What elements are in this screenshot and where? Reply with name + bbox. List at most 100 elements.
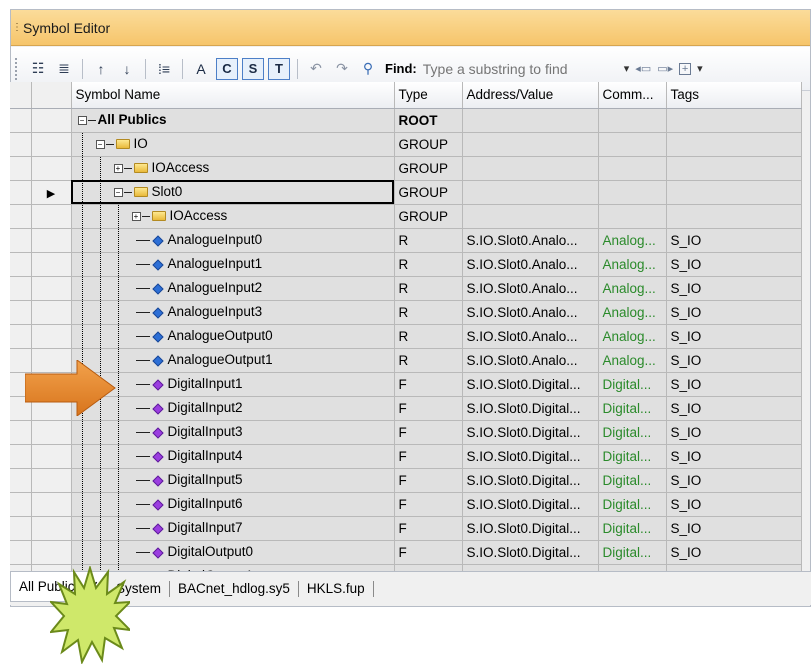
comment-cell[interactable]: Digital... bbox=[598, 468, 667, 493]
address-cell[interactable] bbox=[462, 156, 599, 181]
address-cell[interactable]: S.IO.Slot0.Digital... bbox=[462, 396, 599, 421]
type-cell[interactable]: F bbox=[394, 516, 463, 541]
redo-icon[interactable]: ↷ bbox=[331, 58, 353, 80]
row-selector[interactable] bbox=[31, 540, 72, 565]
comment-cell[interactable]: Digital... bbox=[598, 396, 667, 421]
type-cell[interactable]: F bbox=[394, 420, 463, 445]
type-cell[interactable]: F bbox=[394, 468, 463, 493]
table-row[interactable]: ▶ − Slot0 GROUP bbox=[10, 180, 802, 205]
symbol-name-cell[interactable]: DigitalInput1 bbox=[71, 372, 395, 397]
table-row[interactable]: + IOAccess GROUP bbox=[10, 204, 802, 229]
row-selector[interactable] bbox=[31, 324, 72, 349]
symbol-name-cell[interactable]: AnalogueInput0 bbox=[71, 228, 395, 253]
table-row[interactable]: AnalogueInput3 R S.IO.Slot0.Analo... Analog… bbox=[10, 300, 802, 325]
comment-cell[interactable] bbox=[598, 108, 667, 133]
collapse-icon[interactable]: − bbox=[77, 115, 87, 125]
comment-cell[interactable]: Analog... bbox=[598, 300, 667, 325]
comment-cell[interactable]: Analog... bbox=[598, 276, 667, 301]
address-cell[interactable] bbox=[462, 204, 599, 229]
tags-cell[interactable]: S_IO bbox=[666, 492, 802, 517]
type-cell[interactable]: F bbox=[394, 492, 463, 517]
tags-cell[interactable] bbox=[666, 180, 802, 205]
symbol-name-cell[interactable]: DigitalInput3 bbox=[71, 420, 395, 445]
tags-cell[interactable] bbox=[666, 156, 802, 181]
address-cell[interactable]: S.IO.Slot0.Digital... bbox=[462, 444, 599, 469]
table-row[interactable]: DigitalInput1 F S.IO.Slot0.Digital... Digit… bbox=[10, 372, 802, 397]
comment-cell[interactable]: Digital... bbox=[598, 444, 667, 469]
comment-cell[interactable] bbox=[598, 156, 667, 181]
type-cell[interactable]: R bbox=[394, 276, 463, 301]
comment-cell[interactable]: Digital... bbox=[598, 372, 667, 397]
row-selector[interactable]: ▶ bbox=[31, 180, 72, 205]
symbol-name-cell[interactable]: AnalogueOutput0 bbox=[71, 324, 395, 349]
tags-cell[interactable]: S_IO bbox=[666, 444, 802, 469]
undo-icon[interactable]: ↶ bbox=[305, 58, 327, 80]
row-selector[interactable] bbox=[31, 516, 72, 541]
table-row[interactable]: DigitalOutput0 F S.IO.Slot0.Digital... Digi… bbox=[10, 540, 802, 565]
comment-cell[interactable]: Digital... bbox=[598, 516, 667, 541]
type-cell[interactable]: F bbox=[394, 444, 463, 469]
toggle-s-button[interactable]: S bbox=[242, 57, 264, 80]
comment-cell[interactable]: Analog... bbox=[598, 228, 667, 253]
address-cell[interactable]: S.IO.Slot0.Digital... bbox=[462, 516, 599, 541]
symbol-name-cell[interactable]: − All Publics bbox=[71, 108, 395, 133]
tab-bacnet-hdlog[interactable]: BACnet_hdlog.sy5 bbox=[170, 574, 298, 604]
type-cell[interactable]: F bbox=[394, 372, 463, 397]
find-input[interactable] bbox=[422, 57, 621, 80]
type-cell[interactable]: F bbox=[394, 396, 463, 421]
table-row[interactable]: DigitalInput7 F S.IO.Slot0.Digital... Digit… bbox=[10, 516, 802, 541]
address-cell[interactable]: S.IO.Slot0.Analo... bbox=[462, 300, 599, 325]
toggle-c-button[interactable]: C bbox=[216, 57, 238, 80]
comment-cell[interactable]: Digital... bbox=[598, 540, 667, 565]
comment-cell[interactable]: Analog... bbox=[598, 252, 667, 277]
find-dropdown-icon[interactable]: ▾ bbox=[624, 62, 630, 75]
address-cell[interactable] bbox=[462, 108, 599, 133]
table-row[interactable]: DigitalInput2 F S.IO.Slot0.Digital... Digit… bbox=[10, 396, 802, 421]
address-cell[interactable]: S.IO.Slot0.Digital... bbox=[462, 492, 599, 517]
toolbar-grip-icon[interactable] bbox=[15, 57, 21, 80]
symbol-name-cell[interactable]: DigitalInput2 bbox=[71, 396, 395, 421]
table-row[interactable]: − All Publics ROOT bbox=[10, 108, 802, 133]
type-cell[interactable]: R bbox=[394, 300, 463, 325]
tags-cell[interactable] bbox=[666, 108, 802, 133]
row-selector[interactable] bbox=[31, 108, 72, 133]
type-cell[interactable]: GROUP bbox=[394, 204, 463, 229]
row-selector[interactable] bbox=[31, 276, 72, 301]
type-cell[interactable]: ROOT bbox=[394, 108, 463, 133]
comment-cell[interactable]: Analog... bbox=[598, 348, 667, 373]
column-header-symbol-name[interactable]: Symbol Name bbox=[71, 82, 395, 109]
tab-hkls[interactable]: HKLS.fup bbox=[299, 574, 373, 604]
address-cell[interactable]: S.IO.Slot0.Analo... bbox=[462, 228, 599, 253]
collapse-icon[interactable]: − bbox=[113, 187, 123, 197]
symbol-name-cell[interactable]: DigitalInput7 bbox=[71, 516, 395, 541]
expand-icon[interactable]: + bbox=[113, 163, 123, 173]
comment-cell[interactable]: Digital... bbox=[598, 420, 667, 445]
type-cell[interactable]: GROUP bbox=[394, 132, 463, 157]
type-cell[interactable]: R bbox=[394, 252, 463, 277]
tags-cell[interactable]: S_IO bbox=[666, 228, 802, 253]
overflow-chevron-icon[interactable]: ▾ bbox=[697, 62, 703, 75]
table-row[interactable]: DigitalInput3 F S.IO.Slot0.Digital... Digit… bbox=[10, 420, 802, 445]
symbol-name-cell[interactable]: − Slot0 bbox=[71, 180, 395, 205]
tags-cell[interactable]: S_IO bbox=[666, 372, 802, 397]
address-cell[interactable]: S.IO.Slot0.Analo... bbox=[462, 348, 599, 373]
address-cell[interactable] bbox=[462, 180, 599, 205]
row-selector[interactable] bbox=[31, 468, 72, 493]
row-selector[interactable] bbox=[31, 204, 72, 229]
symbol-name-cell[interactable]: DigitalInput4 bbox=[71, 444, 395, 469]
table-row[interactable]: DigitalInput4 F S.IO.Slot0.Digital... Digit… bbox=[10, 444, 802, 469]
type-cell[interactable]: GROUP bbox=[394, 156, 463, 181]
symbol-name-cell[interactable]: + IOAccess bbox=[71, 204, 395, 229]
collapse-icon[interactable]: − bbox=[95, 139, 105, 149]
comment-cell[interactable] bbox=[598, 132, 667, 157]
type-cell[interactable]: R bbox=[394, 348, 463, 373]
row-selector[interactable] bbox=[31, 444, 72, 469]
expand-all-icon[interactable]: + bbox=[679, 62, 692, 75]
table-row[interactable]: AnalogueInput1 R S.IO.Slot0.Analo... Analog… bbox=[10, 252, 802, 277]
table-row[interactable]: AnalogueInput0 R S.IO.Slot0.Analo... Analog… bbox=[10, 228, 802, 253]
table-row[interactable]: AnalogueOutput0 R S.IO.Slot0.Analo... Analo… bbox=[10, 324, 802, 349]
tags-cell[interactable]: S_IO bbox=[666, 468, 802, 493]
symbol-name-cell[interactable]: AnalogueInput2 bbox=[71, 276, 395, 301]
row-selector[interactable] bbox=[31, 420, 72, 445]
list-view-icon[interactable]: ≣ bbox=[53, 58, 75, 80]
